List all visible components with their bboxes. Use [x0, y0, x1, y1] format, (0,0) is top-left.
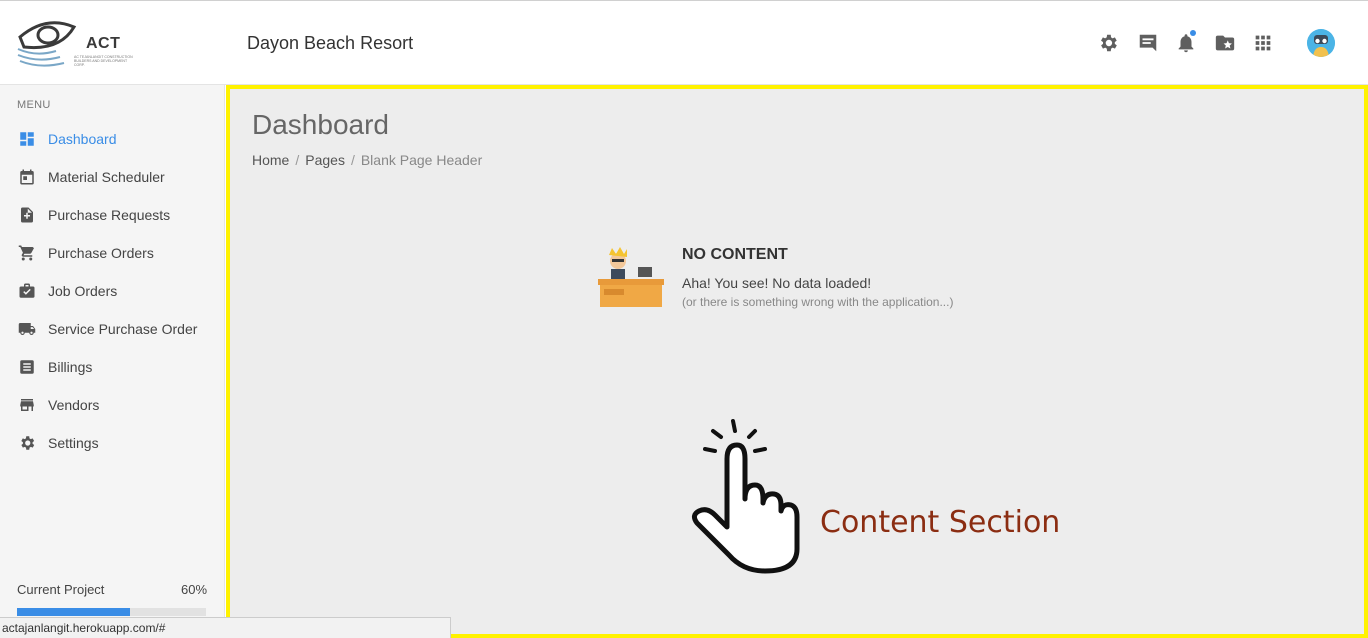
avatar-face-icon	[1307, 29, 1335, 57]
gear-icon[interactable]	[1097, 32, 1119, 54]
folder-star-icon[interactable]	[1214, 32, 1236, 54]
breadcrumb-current: Blank Page Header	[360, 152, 483, 168]
sidebar-item-label: Dashboard	[48, 131, 117, 147]
sidebar: MENU Dashboard Material Scheduler Purcha…	[0, 85, 225, 638]
empty-state-title: NO CONTENT	[682, 246, 788, 263]
logo[interactable]: ACT AC TEJANLANGIT CONSTRUCTION BUILDERS…	[16, 13, 133, 75]
breadcrumb-home[interactable]: Home	[252, 152, 289, 168]
sidebar-item-label: Material Scheduler	[48, 169, 165, 185]
sidebar-item-vendors[interactable]: Vendors	[0, 386, 225, 424]
bell-icon[interactable]	[1175, 30, 1197, 54]
briefcase-check-icon	[18, 282, 36, 300]
dashboard-icon	[18, 130, 36, 148]
store-icon	[18, 396, 36, 414]
sidebar-item-dashboard[interactable]: Dashboard	[0, 120, 225, 158]
current-project-progress-bar	[17, 608, 206, 616]
frustrated-person-desk-icon	[598, 247, 664, 307]
content-section-annotation: Content Section	[820, 505, 1061, 540]
app-title: Dayon Beach Resort	[247, 33, 414, 53]
apps-grid-icon[interactable]	[1252, 32, 1274, 54]
file-add-icon	[18, 206, 36, 224]
menu-heading: MENU	[17, 99, 51, 111]
truck-icon	[18, 320, 36, 338]
list-doc-icon	[18, 358, 36, 376]
pointing-hand-icon	[691, 419, 800, 574]
sidebar-item-label: Purchase Requests	[48, 207, 171, 223]
page-title: Dashboard	[252, 109, 389, 140]
sidebar-item-material-scheduler[interactable]: Material Scheduler	[0, 158, 225, 196]
current-project-percent: 60%	[181, 582, 208, 597]
sidebar-item-settings[interactable]: Settings	[0, 424, 225, 462]
breadcrumb-pages[interactable]: Pages	[305, 152, 345, 168]
sidebar-item-service-purchase-order[interactable]: Service Purchase Order	[0, 310, 225, 348]
avatar[interactable]	[1307, 29, 1335, 57]
gear-icon	[18, 434, 36, 452]
cart-icon	[18, 244, 36, 262]
top-header: ACT AC TEJANLANGIT CONSTRUCTION BUILDERS…	[0, 0, 1368, 85]
sidebar-item-purchase-orders[interactable]: Purchase Orders	[0, 234, 225, 272]
current-project-label: Current Project	[17, 582, 105, 597]
logo-subtext: AC TEJANLANGIT CONSTRUCTION BUILDERS AND…	[74, 55, 133, 67]
chat-icon[interactable]	[1137, 32, 1159, 54]
empty-state-message: Aha! You see! No data loaded!	[682, 275, 872, 291]
breadcrumb-separator: /	[350, 152, 355, 168]
sidebar-item-label: Service Purchase Order	[48, 321, 198, 337]
status-bar-url: actajanlangit.herokuapp.com/#	[0, 617, 451, 638]
breadcrumb-separator: /	[295, 152, 300, 168]
content-section: Dashboard Home / Pages / Blank Page Head…	[226, 85, 1368, 638]
sidebar-item-billings[interactable]: Billings	[0, 348, 225, 386]
sidebar-item-label: Vendors	[48, 397, 100, 413]
breadcrumb: Home / Pages / Blank Page Header	[252, 152, 482, 168]
calendar-icon	[18, 168, 36, 186]
empty-state-subtext: (or there is something wrong with the ap…	[682, 295, 954, 309]
sidebar-item-purchase-requests[interactable]: Purchase Requests	[0, 196, 225, 234]
sidebar-item-label: Billings	[48, 359, 93, 375]
sidebar-item-job-orders[interactable]: Job Orders	[0, 272, 225, 310]
logo-text: ACT	[86, 35, 121, 52]
sidebar-item-label: Purchase Orders	[48, 245, 154, 261]
sidebar-item-label: Job Orders	[48, 283, 118, 299]
notification-dot	[1190, 30, 1196, 36]
progress-fill	[17, 608, 131, 616]
sidebar-item-label: Settings	[48, 435, 99, 451]
